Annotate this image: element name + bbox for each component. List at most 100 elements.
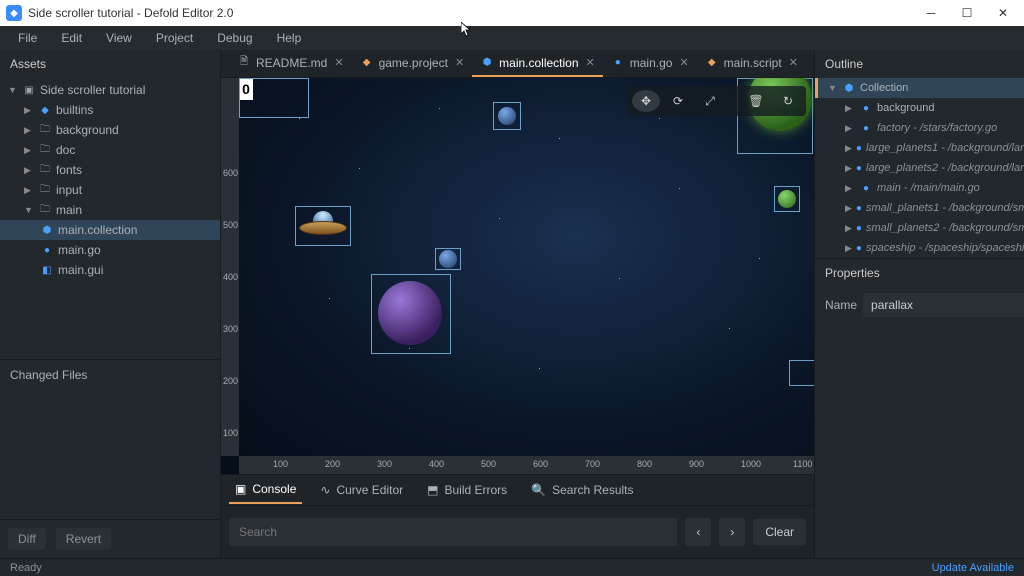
asset-root[interactable]: ▼ ▣ Side scroller tutorial [0,80,220,100]
search-prev-button[interactable]: ‹ [685,518,711,546]
folder-icon: 🗀 [38,143,52,157]
asset-main-go[interactable]: ●main.go [0,240,220,260]
tab-console[interactable]: ▣Console [229,476,302,504]
go-icon: ● [859,101,873,115]
menu-help[interactable]: Help [267,28,312,48]
tool-move[interactable]: ✥ [632,90,660,112]
caret-icon: ▶ [24,105,34,116]
caret-icon: ▶ [845,143,852,154]
scene-obj-spaceship[interactable] [295,206,351,246]
changed-title: Changed Files [10,368,87,382]
scene-obj-small-planet-3[interactable] [435,248,461,270]
asset-input[interactable]: ▶🗀input [0,180,220,200]
folder-icon: 🗀 [38,163,52,177]
status-ready: Ready [10,562,42,574]
search-icon: 🔍 [531,483,546,497]
menu-debug[interactable]: Debug [207,28,262,48]
asset-fonts[interactable]: ▶🗀fonts [0,160,220,180]
outline-main[interactable]: ▶●main - /main/main.go [815,178,1024,198]
maximize-button[interactable]: ☐ [952,2,982,24]
ruler-horizontal: 100 200 300 400 500 600 700 800 900 1000… [239,456,814,474]
scene-bounds-corner [239,78,309,118]
tab-search-results[interactable]: 🔍Search Results [525,477,639,503]
left-panel: Assets ▼ ▣ Side scroller tutorial ▶◆buil… [0,50,221,558]
caret-icon: ▼ [828,83,838,93]
tab-curve-editor[interactable]: ∿Curve Editor [314,477,409,503]
revert-button[interactable]: Revert [56,528,111,550]
outline-spaceship[interactable]: ▶●spaceship - /spaceship/spaceship.go [815,238,1024,258]
close-icon[interactable]: ✕ [334,56,343,69]
go-icon: ● [859,121,873,135]
asset-background[interactable]: ▶🗀background [0,120,220,140]
changed-files-panel: Changed Files [0,359,220,519]
outline-large2[interactable]: ▶●large_planets2 - /background/large_... [815,158,1024,178]
diff-button[interactable]: Diff [8,528,46,550]
asset-main[interactable]: ▼🗀main [0,200,220,220]
go-icon: ● [856,141,862,155]
menu-edit[interactable]: Edit [51,28,92,48]
scene-obj-empty[interactable] [789,360,814,386]
close-icon[interactable]: ✕ [455,56,464,69]
scene-obj-small-planet-2[interactable] [774,186,800,212]
outline-background[interactable]: ▶●background [815,98,1024,118]
caret-icon: ▼ [24,205,34,215]
tab-gameproject[interactable]: ◆game.project✕ [352,50,473,77]
caret-icon: ▶ [845,163,852,174]
collection-icon: ⬢ [480,56,494,70]
title-bar: ◆ Side scroller tutorial - Defold Editor… [0,0,1024,26]
outline-small1[interactable]: ▶●small_planets1 - /background/small_... [815,198,1024,218]
caret-icon: ▶ [24,125,34,136]
close-icon[interactable]: ✕ [679,56,688,69]
scene-obj-small-planet-1[interactable] [493,102,521,130]
outline-large1[interactable]: ▶●large_planets1 - /background/large_... [815,138,1024,158]
caret-icon: ▶ [845,203,852,214]
search-next-button[interactable]: › [719,518,745,546]
go-icon: ● [856,201,862,215]
menu-file[interactable]: File [8,28,47,48]
folder-icon: 🗀 [38,183,52,197]
menu-bar: File Edit View Project Debug Help [0,26,1024,50]
asset-root-label: Side scroller tutorial [40,83,145,97]
tab-readme[interactable]: 🗎README.md✕ [229,50,352,77]
update-available-link[interactable]: Update Available [932,562,1014,574]
scene-viewport[interactable]: 100 200 300 400 500 600 100 200 300 400 … [221,78,814,474]
tab-maingo[interactable]: ●main.go✕ [603,50,697,77]
asset-builtins[interactable]: ▶◆builtins [0,100,220,120]
menu-view[interactable]: View [96,28,142,48]
prop-name-input[interactable] [863,293,1024,317]
tab-build-errors[interactable]: ⬒Build Errors [421,477,513,503]
close-icon[interactable]: ✕ [586,56,595,69]
caret-icon: ▶ [845,183,855,194]
asset-doc[interactable]: ▶🗀doc [0,140,220,160]
go-icon: ● [40,243,54,257]
collection-icon: ⬢ [842,81,856,95]
tool-refresh[interactable]: ↻ [774,90,802,112]
outline-small2[interactable]: ▶●small_planets2 - /background/small_... [815,218,1024,238]
tab-maincollection[interactable]: ⬢main.collection✕ [472,50,603,77]
tool-delete[interactable]: 🗑 [742,90,770,112]
console-clear-button[interactable]: Clear [753,519,806,545]
tab-mainscript[interactable]: ◆main.script✕ [697,50,806,77]
close-window-button[interactable]: ✕ [988,2,1018,24]
folder-icon: ▣ [22,83,36,97]
collection-icon: ⬢ [40,223,54,237]
assets-title: Assets [0,50,220,78]
close-icon[interactable]: ✕ [789,56,798,69]
editor-tabs: 🗎README.md✕ ◆game.project✕ ⬢main.collect… [221,50,814,78]
curve-icon: ∿ [320,483,330,497]
scene-obj-large-planet-purple[interactable] [371,274,451,354]
asset-main-collection[interactable]: ⬢main.collection [0,220,220,240]
asset-main-gui[interactable]: ◧main.gui [0,260,220,280]
folder-icon: 🗀 [38,123,52,137]
tool-scale[interactable]: ⤢ [696,90,724,112]
scene-canvas[interactable]: 0 [239,78,814,456]
outline-factory[interactable]: ▶●factory - /stars/factory.go [815,118,1024,138]
outline-title: Outline [815,50,1024,78]
console-search-input[interactable] [229,518,677,546]
outline-root[interactable]: ▼⬢Collection [815,78,1024,98]
bottom-tabs: ▣Console ∿Curve Editor ⬒Build Errors 🔍Se… [221,474,814,506]
caret-icon: ▶ [845,243,852,254]
menu-project[interactable]: Project [146,28,203,48]
tool-rotate[interactable]: ⟳ [664,90,692,112]
minimize-button[interactable]: ─ [916,2,946,24]
